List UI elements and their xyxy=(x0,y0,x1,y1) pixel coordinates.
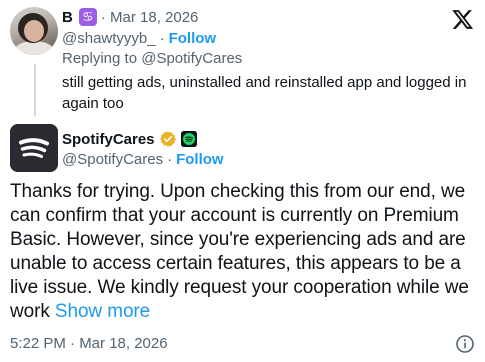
parent-tweet-header: B ♋ · Mar 18, 2026 xyxy=(62,6,198,28)
tweet-text: still getting ads, uninstalled and reins… xyxy=(62,74,467,112)
show-more-link[interactable]: Show more xyxy=(55,301,150,322)
tweet-date[interactable]: · Mar 18, 2026 xyxy=(101,9,199,26)
gold-verified-icon[interactable] xyxy=(159,130,177,148)
replying-to[interactable]: Replying to @SpotifyCares xyxy=(62,50,242,67)
avatar-shirt xyxy=(14,41,54,55)
spotify-affiliate-icon[interactable] xyxy=(180,131,197,147)
parent-tweet: B ♋ · Mar 18, 2026 @shawtyyyb_ · Follow … xyxy=(0,0,485,118)
reply-handle-row: @SpotifyCares · Follow xyxy=(62,149,224,169)
reply-tweet-body: Thanks for trying. Upon checking this fr… xyxy=(10,180,478,324)
follow-button[interactable]: Follow xyxy=(169,30,217,47)
thread-connector xyxy=(34,64,36,116)
avatar-face xyxy=(24,20,44,42)
spotify-avatar[interactable] xyxy=(10,124,58,172)
handle[interactable]: @SpotifyCares xyxy=(62,151,163,168)
separator: · xyxy=(167,150,173,168)
info-icon[interactable] xyxy=(455,334,475,354)
tweet-timestamp[interactable]: 5:22 PM · Mar 18, 2026 xyxy=(10,333,168,353)
follow-button[interactable]: Follow xyxy=(176,151,224,168)
separator: · xyxy=(159,29,165,47)
handle[interactable]: @shawtyyyb_ xyxy=(62,30,156,47)
display-name[interactable]: SpotifyCares xyxy=(62,131,155,148)
cancer-zodiac-icon: ♋ xyxy=(78,8,97,26)
avatar[interactable] xyxy=(10,7,58,55)
reply-tweet-header: SpotifyCares xyxy=(62,128,197,150)
parent-handle-row: @shawtyyyb_ · Follow xyxy=(62,28,216,48)
display-name[interactable]: B xyxy=(62,9,73,26)
spotify-logo-icon xyxy=(10,124,58,172)
